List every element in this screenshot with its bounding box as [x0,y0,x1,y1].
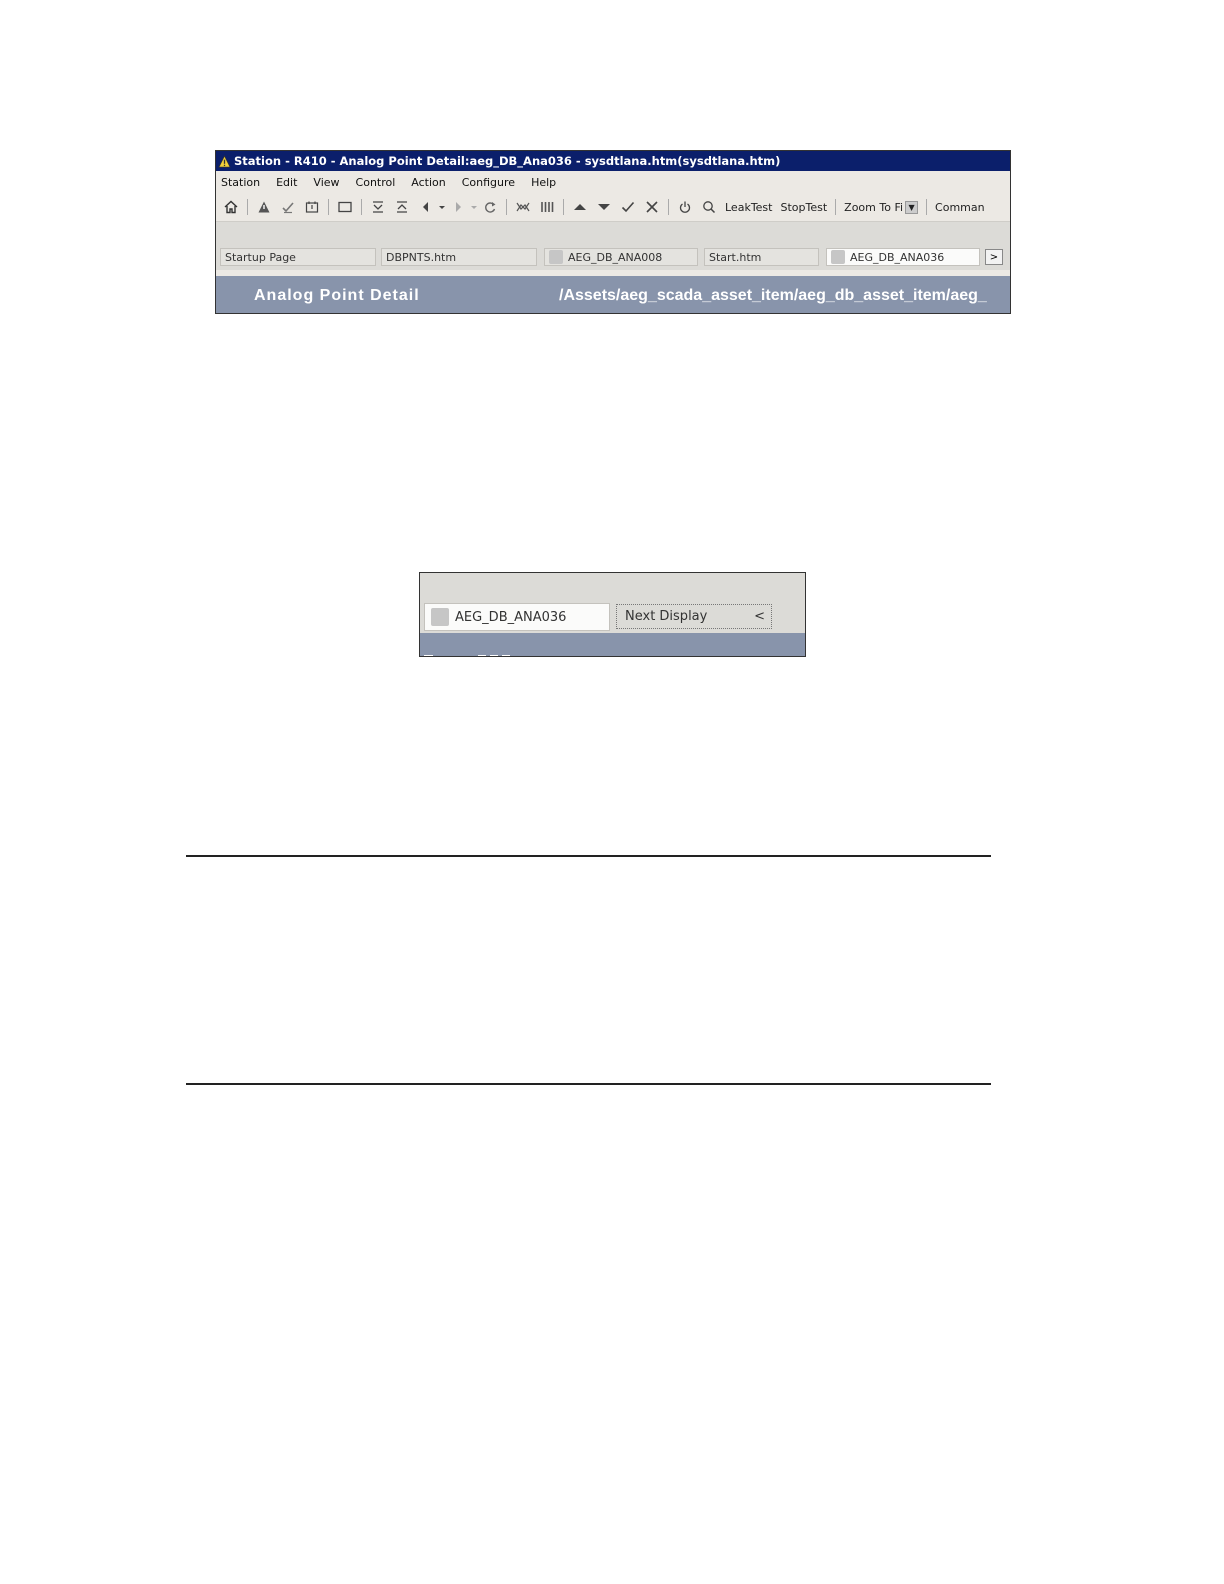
cropped-header-text [424,649,534,656]
tab-label: AEG_DB_ANA008 [568,250,663,264]
menu-view[interactable]: View [313,176,339,189]
menu-configure[interactable]: Configure [462,176,515,189]
asset-path: /Assets/aeg_scada_asset_item/aeg_db_asse… [559,287,987,304]
back-icon[interactable] [417,198,435,216]
menu-help[interactable]: Help [531,176,556,189]
back-dropdown-icon[interactable] [438,198,446,216]
zoom-dropdown-value: Zoom To Fi [844,200,904,214]
tab-label: DBPNTS.htm [386,250,457,264]
next-display-label: Next Display [625,609,708,624]
check-icon[interactable] [619,198,637,216]
tab-label: AEG_DB_ANA036 [455,609,567,625]
menu-edit[interactable]: Edit [276,176,297,189]
next-display-tab[interactable]: Next Display < [616,604,772,629]
toolbar-separator [563,199,564,215]
home-icon[interactable] [222,198,240,216]
blank-toolbar-row [420,573,805,600]
tab-aeg-db-ana036[interactable]: AEG_DB_ANA036 [424,603,610,631]
power-icon[interactable] [676,198,694,216]
leaktest-button[interactable]: LeakTest [725,201,772,214]
toolbar-separator [361,199,362,215]
toolbar: LeakTest StopTest Zoom To Fi ▼ Comman [216,193,1010,221]
tab-scroll-right-button[interactable]: > [985,249,1003,265]
menu-station[interactable]: Station [221,176,260,189]
tab-label: AEG_DB_ANA036 [850,250,945,264]
horizontal-rule [186,855,991,857]
blank-toolbar-row [216,221,1010,244]
acknowledge-icon[interactable] [279,198,297,216]
forward-icon[interactable] [449,198,467,216]
menu-bar: Station Edit View Control Action Configu… [216,171,1010,193]
alarm-bell-icon [218,154,231,168]
tab-aeg-db-ana036[interactable]: AEG_DB_ANA036 [826,248,980,266]
menu-control[interactable]: Control [356,176,396,189]
alarm-summary-icon[interactable] [255,198,273,216]
chevron-left-icon[interactable]: < [754,609,765,624]
stoptest-button[interactable]: StopTest [780,201,827,214]
raise-icon[interactable] [571,198,589,216]
display-title: Analog Point Detail [254,287,420,304]
toolbar-separator [926,199,928,215]
tab-label: Start.htm [709,250,762,264]
chevron-down-icon[interactable]: ▼ [905,200,919,214]
tab-label: Startup Page [225,250,296,264]
toolbar-separator [835,199,837,215]
tab-start[interactable]: Start.htm [704,248,819,266]
display-tab-bar: Startup Page DBPNTS.htm AEG_DB_ANA008 St… [216,244,1010,270]
display-icon [431,608,449,626]
horizontal-rule [186,1083,991,1085]
tab-startup-page[interactable]: Startup Page [220,248,376,266]
display-header [420,633,805,656]
toolbar-separator [668,199,669,215]
toolbar-separator [247,199,248,215]
event-icon[interactable] [303,198,321,216]
station-window-screenshot: Station - R410 - Analog Point Detail:aeg… [215,150,1011,314]
display-icon [831,250,845,264]
refresh-icon[interactable] [481,198,499,216]
command-field[interactable]: Comman [935,201,985,214]
window-icon[interactable] [336,198,354,216]
trend-icon[interactable] [514,198,532,216]
cancel-icon[interactable] [643,198,661,216]
tab-dbpnts[interactable]: DBPNTS.htm [381,248,537,266]
search-icon[interactable] [700,198,718,216]
display-header: Analog Point Detail /Assets/aeg_scada_as… [216,276,1010,313]
page-up-icon[interactable] [393,198,411,216]
next-display-screenshot: AEG_DB_ANA036 Next Display < [419,572,806,657]
zoom-dropdown[interactable]: Zoom To Fi ▼ [844,200,919,214]
display-icon [549,250,563,264]
page-down-icon[interactable] [369,198,387,216]
menu-action[interactable]: Action [411,176,445,189]
toolbar-separator [328,199,329,215]
lower-icon[interactable] [595,198,613,216]
window-titlebar: Station - R410 - Analog Point Detail:aeg… [216,151,1010,171]
forward-dropdown-icon[interactable] [470,198,478,216]
window-title: Station - R410 - Analog Point Detail:aeg… [234,154,781,168]
tab-aeg-db-ana008[interactable]: AEG_DB_ANA008 [544,248,698,266]
toolbar-separator [506,199,507,215]
group-icon[interactable] [538,198,556,216]
